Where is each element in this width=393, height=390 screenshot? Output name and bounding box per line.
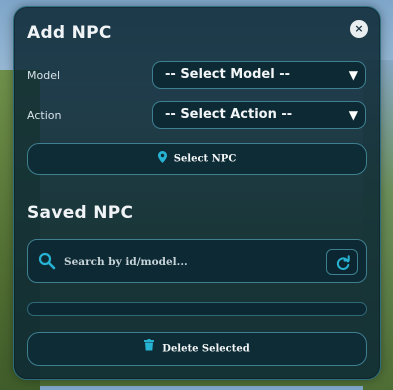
close-button[interactable]: × (350, 20, 368, 38)
action-label: Action (27, 109, 62, 122)
chevron-down-icon: ▼ (348, 68, 358, 82)
select-npc-label: Select NPC (173, 153, 237, 165)
trash-icon (144, 333, 155, 365)
delete-selected-label: Delete Selected (162, 343, 250, 355)
search-icon (38, 252, 56, 274)
delete-selected-button[interactable]: Delete Selected (27, 332, 367, 366)
action-select[interactable]: -- Select Action -- ▼ (152, 101, 366, 129)
npc-panel: Add NPC × Model -- Select Model -- ▼ Act… (13, 6, 381, 380)
refresh-button[interactable] (326, 249, 358, 275)
search-box (27, 239, 367, 283)
action-select-value: -- Select Action -- (165, 107, 293, 122)
saved-npc-list[interactable] (27, 302, 367, 316)
chevron-down-icon: ▼ (348, 108, 358, 122)
search-input[interactable] (62, 250, 316, 274)
map-pin-icon (157, 144, 167, 174)
model-select-value: -- Select Model -- (165, 67, 290, 82)
model-label: Model (27, 69, 61, 82)
close-icon: × (354, 22, 364, 35)
model-select[interactable]: -- Select Model -- ▼ (152, 61, 366, 89)
saved-npc-title: Saved NPC (27, 203, 134, 223)
select-npc-button[interactable]: Select NPC (27, 143, 367, 175)
add-npc-title: Add NPC (27, 23, 112, 43)
